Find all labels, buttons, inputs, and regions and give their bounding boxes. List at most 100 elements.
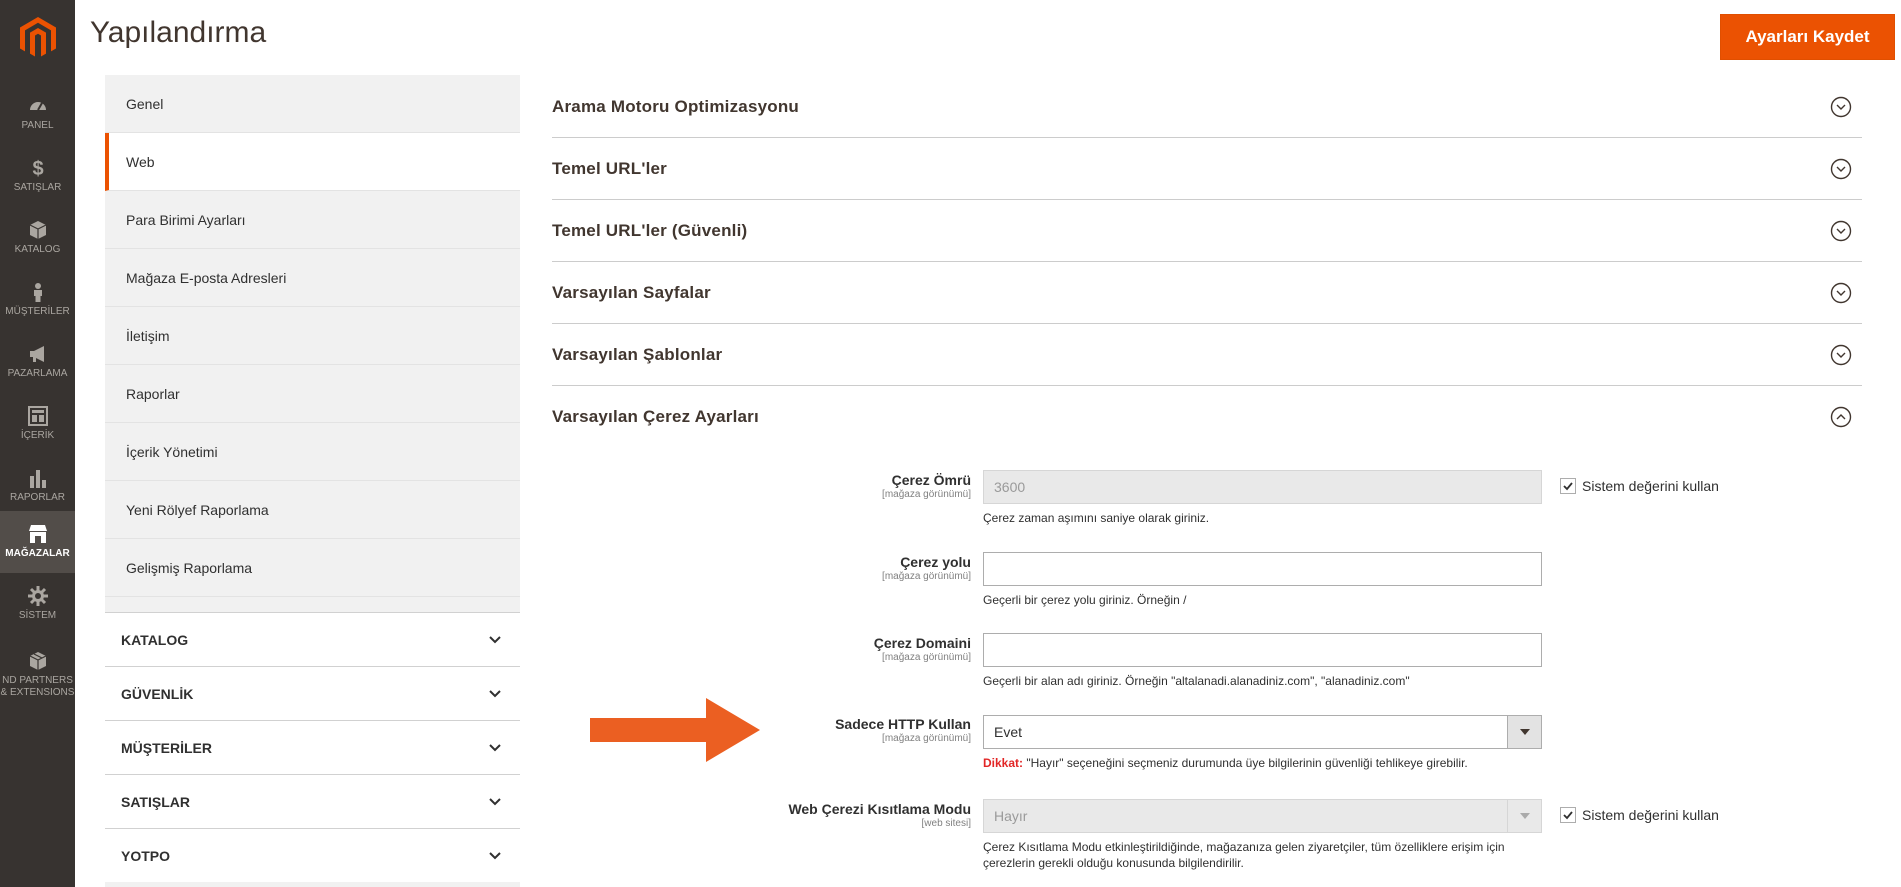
field-label: Çerez Domaini <box>873 635 971 651</box>
section-secure-base-urls[interactable]: Temel URL'ler (Güvenli) <box>552 200 1862 262</box>
nav-item-stores[interactable]: MAĞAZALAR <box>0 511 75 573</box>
cookie-lifetime-use-system-checkbox[interactable]: Sistem değerini kullan <box>1560 478 1719 494</box>
chevron-down-circle-icon <box>1830 158 1852 179</box>
http-only-label-group: Sadece HTTP Kullan [mağaza görünümü] <box>835 716 971 744</box>
field-scope: [mağaza görünümü] <box>882 489 971 500</box>
field-scope: [web sitesi] <box>921 818 971 829</box>
checkbox-label: Sistem değerini kullan <box>1582 478 1719 494</box>
chevron-down-icon <box>489 689 501 697</box>
nav-label: PAZARLAMA <box>7 368 68 379</box>
tab-item-content-management[interactable]: İçerik Yönetimi <box>105 423 520 481</box>
checkbox-checked-icon <box>1560 478 1576 494</box>
gear-icon <box>27 586 48 606</box>
nav-item-content[interactable]: İÇERİK <box>0 393 75 455</box>
magento-logo-icon[interactable] <box>0 0 75 75</box>
nav-item-catalog[interactable]: KATALOG <box>0 207 75 269</box>
note-line: çerezlerin gerekli olduğu konusunda bilg… <box>983 856 1244 870</box>
select-value: Hayır <box>994 808 1028 824</box>
tab-item-currency[interactable]: Para Birimi Ayarları <box>105 191 520 249</box>
tab-group-yotpo[interactable]: YOTPO <box>105 828 520 882</box>
tab-item-reports[interactable]: Raporlar <box>105 365 520 423</box>
field-warning: Dikkat: "Hayır" seçeneğini seçmeniz duru… <box>983 755 1468 771</box>
tab-group-label: SATIŞLAR <box>121 793 190 810</box>
nav-item-partners[interactable]: ND PARTNERS & EXTENSIONS <box>0 635 75 715</box>
tab-group-catalog[interactable]: KATALOG <box>105 612 520 666</box>
nav-label: & EXTENSIONS <box>0 687 75 698</box>
cookie-lifetime-input[interactable]: 3600 <box>983 470 1542 504</box>
http-only-select[interactable]: Evet <box>983 715 1542 749</box>
tab-group-label: YOTPO <box>121 847 171 864</box>
section-title: Varsayılan Şablonlar <box>552 344 723 364</box>
chevron-down-circle-icon <box>1830 344 1852 365</box>
nav-item-sales[interactable]: $ SATIŞLAR <box>0 145 75 207</box>
field-label: Çerez Ömrü <box>891 472 971 488</box>
field-note: Çerez zaman aşımını saniye olarak girini… <box>983 511 1210 525</box>
nav-item-panel[interactable]: PANEL <box>0 83 75 145</box>
select-arrow-icon <box>1507 716 1541 748</box>
tab-item-new-relic[interactable]: Yeni Rölyef Raporlama <box>105 481 520 539</box>
section-title: Varsayılan Sayfalar <box>552 282 711 302</box>
cookie-path-input[interactable] <box>983 552 1542 586</box>
chevron-down-icon <box>489 743 501 751</box>
nav-item-customers[interactable]: MÜŞTERİLER <box>0 269 75 331</box>
section-title: Temel URL'ler (Güvenli) <box>552 220 748 240</box>
section-default-pages[interactable]: Varsayılan Sayfalar <box>552 262 1862 324</box>
note-line: Çerez Kısıtlama Modu etkinleştirildiğind… <box>983 840 1505 854</box>
section-title: Temel URL'ler <box>552 158 667 178</box>
tab-group-customers[interactable]: MÜŞTERİLER <box>105 720 520 774</box>
field-label: Çerez yolu <box>900 554 971 570</box>
cube-icon <box>29 221 46 239</box>
tab-item-contact[interactable]: İletişim <box>105 307 520 365</box>
nav-label: MAĞAZALAR <box>5 548 70 559</box>
cookie-restriction-label-group: Web Çerezi Kısıtlama Modu [web sitesi] <box>788 801 971 829</box>
chevron-down-circle-icon <box>1830 282 1852 303</box>
section-default-templates[interactable]: Varsayılan Şablonlar <box>552 324 1862 386</box>
tab-group-sales[interactable]: SATIŞLAR <box>105 774 520 828</box>
field-scope: [mağaza görünümü] <box>882 733 971 744</box>
tab-item-advanced-reporting[interactable]: Gelişmiş Raporlama <box>105 539 520 597</box>
section-base-urls[interactable]: Temel URL'ler <box>552 138 1862 200</box>
nav-label: SİSTEM <box>18 610 57 621</box>
chevron-down-circle-icon <box>1830 96 1852 117</box>
field-note: Geçerli bir çerez yolu giriniz. Örneğin … <box>983 593 1187 607</box>
section-seo[interactable]: Arama Motoru Optimizasyonu <box>552 76 1862 138</box>
warning-label: Dikkat: <box>983 756 1024 770</box>
chevron-down-icon <box>489 635 501 643</box>
megaphone-icon <box>29 346 44 362</box>
tab-group-label: KATALOG <box>121 631 189 648</box>
save-config-button[interactable]: Ayarları Kaydet <box>1720 14 1895 60</box>
cookie-domain-input[interactable] <box>983 633 1542 667</box>
tab-group-label: GÜVENLİK <box>121 685 194 702</box>
nav-item-marketing[interactable]: PAZARLAMA <box>0 331 75 393</box>
annotation-arrow-icon <box>590 698 760 762</box>
person-icon <box>33 283 42 302</box>
field-label: Web Çerezi Kısıtlama Modu <box>788 801 971 817</box>
chevron-down-icon <box>489 797 501 805</box>
tab-item-store-email[interactable]: Mağaza E-posta Adresleri <box>105 249 520 307</box>
nav-label: MÜŞTERİLER <box>5 306 70 317</box>
tab-item-web[interactable]: Web <box>105 133 520 191</box>
nav-item-system[interactable]: SİSTEM <box>0 573 75 635</box>
field-note: Çerez Kısıtlama Modu etkinleştirildiğind… <box>983 839 1505 871</box>
chevron-up-circle-icon <box>1830 406 1852 428</box>
checkbox-checked-icon <box>1560 807 1576 823</box>
cookie-restriction-select[interactable]: Hayır <box>983 799 1542 833</box>
section-title: Arama Motoru Optimizasyonu <box>552 96 800 116</box>
section-title: Varsayılan Çerez Ayarları <box>552 407 759 426</box>
select-arrow-icon <box>1507 800 1541 832</box>
tab-group-label: MÜŞTERİLER <box>121 739 212 756</box>
dollar-icon: $ <box>32 158 43 178</box>
tab-item-general[interactable]: Genel <box>105 75 520 133</box>
checkbox-label: Sistem değerini kullan <box>1582 807 1719 823</box>
cookie-lifetime-label-group: Çerez Ömrü [mağaza görünümü] <box>882 472 971 500</box>
section-default-cookie-settings[interactable]: Varsayılan Çerez Ayarları <box>552 386 1862 448</box>
warning-text: "Hayır" seçeneğini seçmeniz durumunda üy… <box>1023 756 1468 770</box>
svg-text:$: $ <box>32 158 43 178</box>
admin-sidebar: PANEL $ SATIŞLAR KATALOG MÜŞTERİLER PAZA… <box>0 0 75 887</box>
nav-item-reports[interactable]: RAPORLAR <box>0 455 75 517</box>
nav-label: İÇERİK <box>20 430 55 441</box>
tab-group-security[interactable]: GÜVENLİK <box>105 666 520 720</box>
field-scope: [mağaza görünümü] <box>882 652 971 663</box>
cookie-domain-label-group: Çerez Domaini [mağaza görünümü] <box>874 635 971 663</box>
cookie-restriction-use-system-checkbox[interactable]: Sistem değerini kullan <box>1560 807 1719 823</box>
